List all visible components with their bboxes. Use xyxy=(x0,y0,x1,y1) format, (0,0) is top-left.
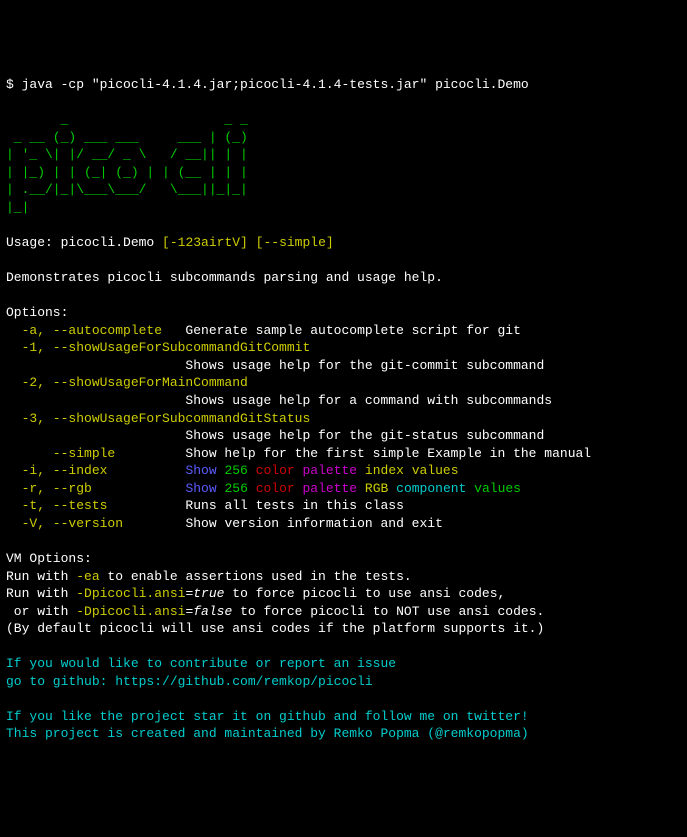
option-row: -r, --rgb Show 256 color palette RGB com… xyxy=(6,481,521,496)
option-row: -i, --index Show 256 color palette index… xyxy=(6,463,459,478)
prompt-symbol: $ xyxy=(6,77,22,92)
vm-line: Run with -ea to enable assertions used i… xyxy=(6,569,412,584)
option-row: Shows usage help for a command with subc… xyxy=(6,393,552,408)
vm-line: (By default picocli will use ansi codes … xyxy=(6,621,544,636)
option-row: --simple Show help for the first simple … xyxy=(6,446,591,461)
option-row: -1, --showUsageForSubcommandGitCommit xyxy=(6,340,310,355)
footer-line: If you like the project star it on githu… xyxy=(6,709,529,724)
footer-link: go to github: https://github.com/remkop/… xyxy=(6,674,373,689)
vm-line: Run with -Dpicocli.ansi=true to force pi… xyxy=(6,586,505,601)
footer-line: This project is created and maintained b… xyxy=(6,726,529,741)
ascii-logo: _ _ _ _ __ (_) ___ ___ ___ | (_) | '_ \|… xyxy=(6,112,248,215)
vm-options-header: VM Options: xyxy=(6,551,92,566)
option-row: Shows usage help for the git-commit subc… xyxy=(6,358,544,373)
option-row: -a, --autocomplete Generate sample autoc… xyxy=(6,323,521,338)
option-row: Shows usage help for the git-status subc… xyxy=(6,428,544,443)
option-row: -2, --showUsageForMainCommand xyxy=(6,375,248,390)
terminal-output: $ java -cp "picocli-4.1.4.jar;picocli-4.… xyxy=(6,76,681,743)
option-row: -3, --showUsageForSubcommandGitStatus xyxy=(6,411,310,426)
options-header: Options: xyxy=(6,305,68,320)
command-line: java -cp "picocli-4.1.4.jar;picocli-4.1.… xyxy=(22,77,529,92)
usage-line: Usage: picocli.Demo [-123airtV] [--simpl… xyxy=(6,235,334,250)
description: Demonstrates picocli subcommands parsing… xyxy=(6,270,443,285)
vm-line: or with -Dpicocli.ansi=false to force pi… xyxy=(6,604,544,619)
footer-line: If you would like to contribute or repor… xyxy=(6,656,396,671)
option-row: -V, --version Show version information a… xyxy=(6,516,443,531)
option-row: -t, --tests Runs all tests in this class xyxy=(6,498,404,513)
